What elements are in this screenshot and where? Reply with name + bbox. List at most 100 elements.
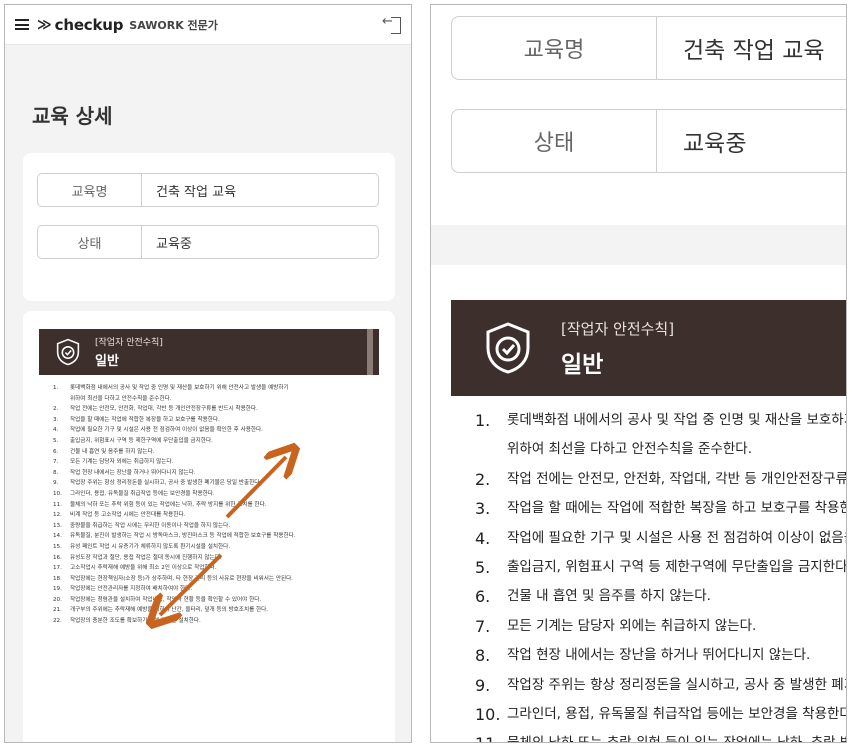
rule-item: 4. 작업에 필요한 기구 및 시설은 사용 전 점검하여 이상이 없음을 확인한… [53,425,383,436]
rule-item: 18. 작업장에는 현장책임자(소장 등)가 상주하며, 타 현장 관리 등의 사… [53,574,383,585]
rule-number: 20. [53,596,62,603]
rule-item: 16. 유성도장 작업과 절단, 용접 작업은 절대 동시에 진행하지 않는다. [53,553,383,564]
rule-text: 작업에 필요한 기구 및 시설은 사용 전 점검하여 이상이 없음을 [507,529,847,546]
rule-text: 작업에 필요한 기구 및 시설은 사용 전 점검하여 이상이 없음을 확인한 후… [70,427,263,434]
rule-text: 출입금지, 위험표시 구역 등 제한구역에 무단출입을 금지한다. [507,559,847,576]
rule-item: 6. 건물 내 흡연 및 음주를 하지 않는다. [53,447,383,458]
field-value: 건축 작업 교육 [156,184,237,200]
rule-text: 작업장의 충분한 조도를 확보하기 위해 조명을 설치한다. [70,618,201,625]
rule-number: 13. [53,522,62,529]
status-field: 상태 교육중 [451,109,846,173]
rule-number: 17. [53,565,62,572]
rule-text: 중량물을 취급하는 작업 시에는 무리한 이동이나 작업을 하지 않는다. [70,522,231,529]
rule-item: 1. 롯데백화점 내에서의 공사 및 작업 중 인명 및 재산을 보호하기 [475,406,847,435]
rule-number: 4. [53,427,59,434]
rule-item: 위하여 최선을 다하고 안전수칙을 준수한다. [53,394,383,405]
rule-number: 19. [53,586,62,593]
safety-rules-card[interactable]: [작업자 안전수칙] 일반 1. 롯데백화점 내에서의 공사 및 작업 중 인명 … [23,311,395,742]
section-gap [431,225,846,265]
banner-category: [작업자 안전수칙] [561,319,675,338]
shield-check-icon [486,322,530,374]
rule-number: 6. [475,587,491,607]
brand-subtitle: SAWORK 전문가 [129,18,218,32]
shield-check-icon [56,338,80,366]
brand-name: checkup [54,15,124,34]
rule-item: 12. 비계 작업 등 고소작업 시에는 안전대를 착용한다. [53,510,383,521]
field-value: 건축 작업 교육 [683,38,825,64]
rule-item: 21. 개구부의 주위에는 추락재해 예방을 위하여 난간, 울타리, 덮개 등의… [53,605,383,616]
rule-text: 작업장에는 청렴관을 설치하여 작업내용, 작업자 현황 등을 확인할 수 있어… [70,596,262,603]
rule-text: 건물 내 흡연 및 음주를 하지 않는다. [507,588,711,605]
rule-number: 6. [53,448,59,455]
rule-item: 10. 그라인더, 용접, 유독물질 취급작업 등에는 보안경을 착용한다. [53,489,383,500]
rule-item: 10. 그라인더, 용접, 유독물질 취급작업 등에는 보안경을 착용한다 [475,700,847,729]
field-label: 교육명 [38,174,142,206]
logout-icon[interactable] [382,14,401,34]
rule-number: 10. [475,705,501,725]
rule-item: 9. 작업장 주위는 항상 정리정돈을 실시하고, 공사 중 발생한 폐기 [475,671,847,700]
rule-number: 14. [53,533,62,540]
rule-number: 5. [475,558,491,578]
rule-text: 롯데백화점 내에서의 공사 및 작업 중 인명 및 재산을 보호하기 위해 안전… [70,385,289,391]
rule-number: 10. [53,490,62,497]
rule-item: 11.물체의 낙하 또는 추락 위험 등이 있는 작업에는 낙하, 추락 방지 [475,729,846,742]
rule-number: 5. [53,437,59,444]
rule-text: 개구부의 주위에는 추락재해 예방을 위하여 난간, 울타리, 덮개 등의 방호… [70,607,269,614]
rule-number: 15. [53,543,62,550]
field-value: 교육중 [156,236,192,252]
rule-item: 20. 작업장에는 청렴관을 설치하여 작업내용, 작업자 현황 등을 확인할 수… [53,595,383,606]
rule-item: 11. 물체의 낙하 또는 추락 위험 등이 있는 작업에는 낙하, 추락 방지를… [53,500,383,511]
rule-item: 22. 작업장의 충분한 조도를 확보하기 위해 조명을 설치한다. [53,616,383,627]
zoomed-detail-panel: 교육명 건축 작업 교육 상태 교육중 [작업자 안전수칙] 일반 1. 롯데백화… [430,4,847,743]
rule-text: 작업 전에는 안전모, 안전화, 작업대, 각반 등 개인안전장구류를 반드시 … [70,406,258,413]
rule-text: 위하여 최선을 다하고 안전수칙을 준수한다. [70,395,172,402]
rule-item: 13. 중량물을 취급하는 작업 시에는 무리한 이동이나 작업을 하지 않는다. [53,521,383,532]
field-label: 상태 [452,110,657,172]
rule-text: 그라인더, 용접, 유독물질 취급작업 등에는 보안경을 착용한다. [70,490,215,497]
rule-number: 2. [53,406,59,413]
education-name-field: 교육명 건축 작업 교육 [37,173,379,207]
top-bar: ≫ checkup SAWORK 전문가 [5,5,411,45]
rule-text: 작업장 주위는 항상 정리정돈을 실시하고, 공사 중 발생한 폐기물은 당일 … [70,480,262,487]
rules-list: 1. 롯데백화점 내에서의 공사 및 작업 중 인명 및 재산을 보호하기 위하여 … [475,406,847,742]
rule-item: 위하여 최선을 다하고 안전수칙을 준수한다. [475,435,846,464]
status-field: 상태 교육중 [37,225,379,259]
rule-text: 롯데백화점 내에서의 공사 및 작업 중 인명 및 재산을 보호하기 [507,412,847,428]
rule-text: 물체의 낙하 또는 추락 위험 등이 있는 작업에는 낙하, 추락 방지를 위한… [70,501,267,508]
rule-item: 17. 고소작업시 추락재해 예방을 위해 최소 2인 이상으로 작업한다. [53,563,383,574]
field-label: 교육명 [452,17,657,79]
menu-icon[interactable] [15,19,29,30]
rule-number: 9. [53,480,59,487]
checkup-logo-icon: ≫ [37,16,52,33]
rule-number: 4. [475,528,491,548]
detail-view-panel: ≫ checkup SAWORK 전문가 교육 상세 교육명 건축 작업 교육 … [4,4,412,743]
rule-item: 4. 작업에 필요한 기구 및 시설은 사용 전 점검하여 이상이 없음을 [475,524,847,553]
rule-item: 6. 건물 내 흡연 및 음주를 하지 않는다. [475,582,846,611]
rule-item: 2. 작업 전에는 안전모, 안전화, 작업대, 각반 등 개인안전장구류를 [475,465,847,494]
rule-number: 18. [53,575,62,582]
rule-text: 유독물질, 분진이 발생하는 작업 시 방독마스크, 방진마스크 등 작업에 적… [70,533,296,540]
banner-title: 일반 [95,354,119,369]
rule-text: 모든 기계는 담당자 외에는 취급하지 않는다. [507,617,757,634]
rule-text: 작업장에는 현장책임자(소장 등)가 상주하며, 타 현장 관리 등의 사유로 … [70,575,294,582]
rule-item: 15. 유성 페인트 작업 시 유증기가 체류하지 않도록 환기시설을 설치한다. [53,542,383,553]
rule-item: 5. 출입금지, 위험표시 구역 등 제한구역에 무단출입을 금지한다. [53,436,383,447]
rule-text: 출입금지, 위험표시 구역 등 제한구역에 무단출입을 금지한다. [70,437,213,444]
rule-item: 3. 작업을 할 때에는 작업에 적합한 복장을 하고 보호구를 착용한다. [53,415,383,426]
rule-text: 그라인더, 용접, 유독물질 취급작업 등에는 보안경을 착용한다 [507,706,847,723]
rule-item: 5. 출입금지, 위험표시 구역 등 제한구역에 무단출입을 금지한다. [475,553,847,582]
rule-number [53,394,70,405]
rule-number: 2. [475,469,491,489]
rule-text: 작업 현장 내에서는 장난을 하거나 뛰어다니지 않는다. [70,469,196,476]
rule-item: 19. 작업장에는 안전관리자를 지정하여 배치하여야 한다. [53,584,383,595]
rule-number: 9. [475,675,491,695]
rule-number: 16. [53,554,62,561]
rule-number [475,435,507,464]
rules-banner: [작업자 안전수칙] 일반 [451,300,846,396]
rule-text: 작업장 주위는 항상 정리정돈을 실시하고, 공사 중 발생한 폐기 [507,676,847,693]
rule-number: 1. [53,385,59,391]
rule-text: 물체의 낙하 또는 추락 위험 등이 있는 작업에는 낙하, 추락 방지 [507,729,846,742]
rule-number: 12. [53,512,62,519]
rule-text: 건물 내 흡연 및 음주를 하지 않는다. [70,448,155,455]
rule-text: 작업 전에는 안전모, 안전화, 작업대, 각반 등 개인안전장구류를 [507,470,847,487]
